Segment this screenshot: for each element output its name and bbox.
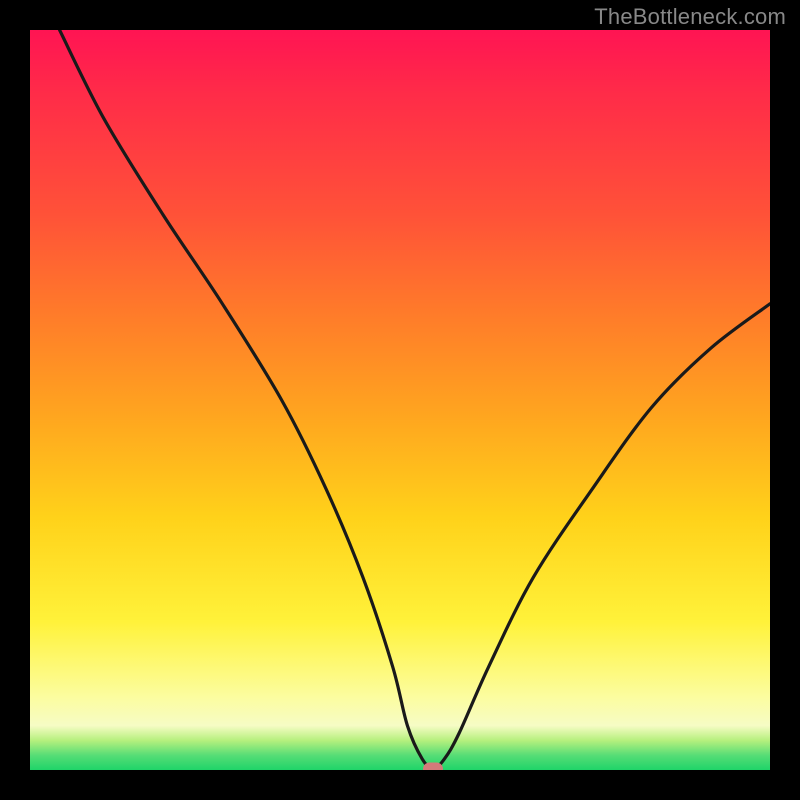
plot-area	[30, 30, 770, 770]
watermark-text: TheBottleneck.com	[594, 4, 786, 30]
bottleneck-curve-path	[60, 30, 770, 769]
optimal-point-marker	[423, 762, 443, 770]
chart-frame: TheBottleneck.com	[0, 0, 800, 800]
curve-svg	[30, 30, 770, 770]
